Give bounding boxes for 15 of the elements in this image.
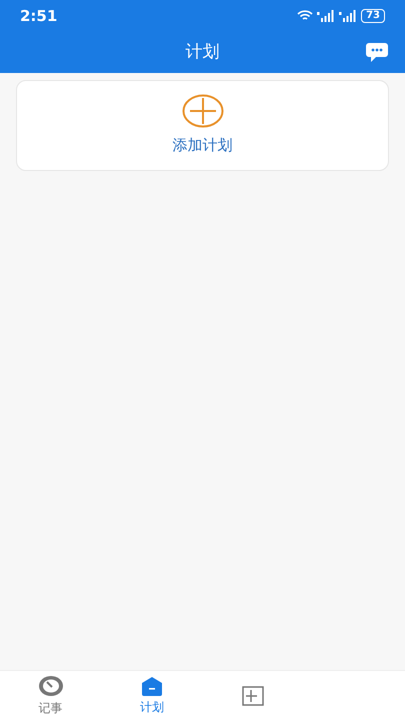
layout-icon	[242, 686, 264, 706]
wifi-icon	[297, 10, 314, 22]
signal-icon	[339, 10, 358, 22]
chat-icon[interactable]	[365, 42, 389, 63]
add-plan-label: 添加计划	[172, 135, 232, 156]
battery-indicator: 73	[361, 9, 385, 23]
inbox-icon	[140, 676, 164, 696]
add-plan-card[interactable]: 添加计划	[16, 80, 389, 171]
add-icon	[182, 94, 224, 128]
signal-icon	[317, 10, 336, 22]
tab-item[interactable]: 记事	[0, 671, 102, 720]
page-title: 计划	[186, 40, 220, 64]
tab-item[interactable]: 计划	[101, 671, 202, 720]
status-time: 2:51	[20, 6, 58, 27]
timer-icon	[38, 674, 64, 696]
